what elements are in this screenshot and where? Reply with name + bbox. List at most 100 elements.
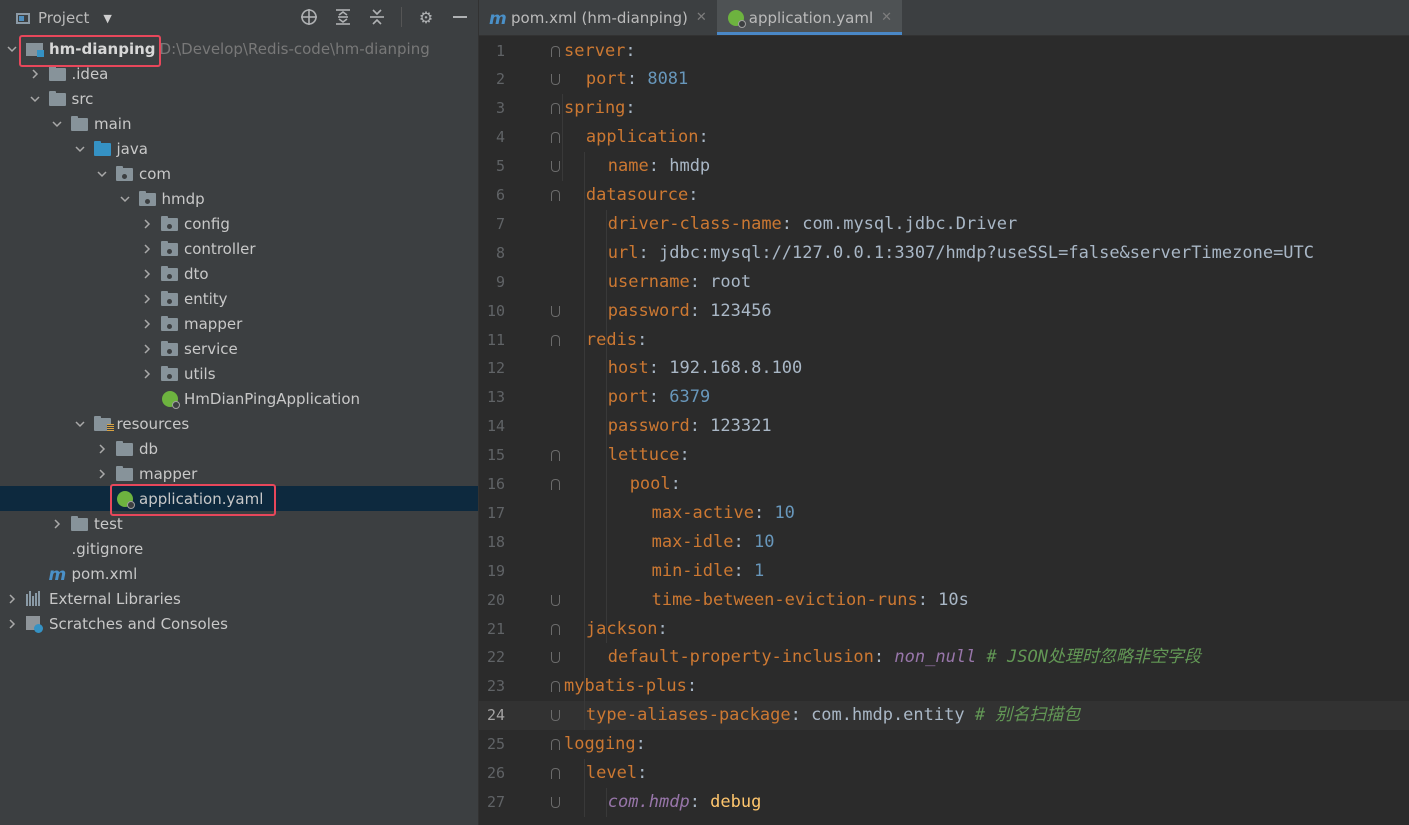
tree-item[interactable]: Scratches and Consoles <box>0 611 478 636</box>
token-s: : 123456 <box>689 300 772 321</box>
locate-file-icon[interactable] <box>299 6 319 28</box>
fold-open-icon[interactable] <box>551 623 560 635</box>
chevron-right-icon[interactable] <box>6 618 18 630</box>
folder-shape <box>71 116 88 131</box>
tree-item[interactable]: service <box>0 336 478 361</box>
fold-open-icon[interactable] <box>551 334 560 346</box>
token-k: default-property-inclusion <box>607 647 874 668</box>
fold-open-icon[interactable] <box>551 739 560 751</box>
chevron-down-icon[interactable] <box>29 93 41 105</box>
code-text: url: jdbc:mysql://127.0.0.1:3307/hmdp?us… <box>608 239 1314 268</box>
chevron-right-icon[interactable] <box>51 518 63 530</box>
chevron-right-icon[interactable] <box>96 443 108 455</box>
tree-item[interactable]: External Libraries <box>0 586 478 611</box>
tree-item[interactable]: test <box>0 511 478 536</box>
expand-all-icon[interactable] <box>333 6 353 28</box>
chevron-right-icon[interactable] <box>141 218 153 230</box>
tree-item-label: config <box>184 214 230 233</box>
code-line: 22 default-property-inclusion: non_null #… <box>479 643 1409 672</box>
folder-icon <box>116 441 135 456</box>
tree-item[interactable]: entity <box>0 286 478 311</box>
fold-open-icon[interactable] <box>551 190 560 201</box>
code-line: 23 mybatis-plus: <box>479 672 1409 701</box>
code-line: 4 application: <box>479 123 1409 152</box>
fold-close-icon[interactable] <box>551 74 560 86</box>
tree-item-label: db <box>139 439 159 458</box>
tree-item[interactable]: resources <box>0 411 478 436</box>
fold-close-icon[interactable] <box>551 161 560 173</box>
folder-shape <box>161 316 178 331</box>
tree-item[interactable]: mapper <box>0 311 478 336</box>
chevron-right-icon[interactable] <box>6 593 18 605</box>
chevron-down-icon[interactable] <box>96 168 108 180</box>
tree-item[interactable]: dto <box>0 261 478 286</box>
chevron-down-icon[interactable] <box>119 193 131 205</box>
project-panel-header[interactable]: Project ▼ ⚙ <box>0 0 478 36</box>
chevron-down-icon[interactable] <box>51 118 63 130</box>
gear-icon[interactable]: ⚙ <box>416 6 436 28</box>
token-s: : <box>689 791 711 812</box>
close-icon[interactable]: ✕ <box>696 10 707 25</box>
chevron-down-icon[interactable]: ▼ <box>103 12 111 25</box>
hide-panel-icon[interactable] <box>450 6 470 28</box>
fold-open-icon[interactable] <box>551 450 560 462</box>
tab-application-yaml[interactable]: application.yaml ✕ <box>716 0 903 35</box>
project-panel-title[interactable]: Project <box>38 9 89 27</box>
chevron-right-icon[interactable] <box>141 243 153 255</box>
tree-item[interactable]: mapper <box>0 461 478 486</box>
tree-item-label: test <box>94 514 123 533</box>
tree-item[interactable]: hm-dianping D:\Develop\Redis-code\hm-dian… <box>0 36 478 61</box>
tree-item[interactable]: m pom.xml <box>0 561 478 586</box>
fold-close-icon[interactable] <box>551 305 560 317</box>
fold-open-icon[interactable] <box>551 768 560 779</box>
chevron-right-icon[interactable] <box>141 268 153 280</box>
token-k: spring <box>564 98 626 119</box>
fold-open-icon[interactable] <box>551 103 560 115</box>
tab-pom-xml[interactable]: m pom.xml (hm-dianping) ✕ <box>479 0 717 35</box>
tree-item-path: D:\Develop\Redis-code\hm-dianping <box>159 39 430 58</box>
tree-item[interactable]: db <box>0 436 478 461</box>
tree-item[interactable]: .gitignore <box>0 536 478 561</box>
fold-close-icon[interactable] <box>551 594 560 606</box>
tree-item[interactable]: utils <box>0 361 478 386</box>
fold-close-icon[interactable] <box>551 710 560 722</box>
tree-item[interactable]: java <box>0 136 478 161</box>
package-icon <box>161 241 180 256</box>
scratch-shape <box>26 616 43 633</box>
token-s: : <box>753 502 775 523</box>
chevron-right-icon[interactable] <box>141 343 153 355</box>
token-n: 8081 <box>647 69 689 90</box>
folder-shape <box>116 466 133 481</box>
fold-close-icon[interactable] <box>551 652 560 664</box>
fold-open-icon[interactable] <box>551 479 560 490</box>
tree-item[interactable]: main <box>0 111 478 136</box>
line-number: 24 <box>486 706 505 725</box>
fold-open-icon[interactable] <box>551 681 560 693</box>
fold-close-icon[interactable] <box>551 796 560 808</box>
tree-item[interactable]: .idea <box>0 61 478 86</box>
chevron-right-icon[interactable] <box>141 293 153 305</box>
chevron-down-icon[interactable] <box>74 418 86 430</box>
tree-item[interactable]: config <box>0 211 478 236</box>
tree-item[interactable]: HmDianPingApplication <box>0 386 478 411</box>
fold-open-icon[interactable] <box>551 45 560 57</box>
chevron-right-icon[interactable] <box>96 468 108 480</box>
chevron-right-icon[interactable] <box>141 368 153 380</box>
fold-open-icon[interactable] <box>551 132 560 144</box>
tree-item[interactable]: controller <box>0 236 478 261</box>
tree-item[interactable]: hmdp <box>0 186 478 211</box>
chevron-right-icon[interactable] <box>29 68 41 80</box>
chevron-right-icon[interactable] <box>141 318 153 330</box>
tree-item[interactable]: src <box>0 86 478 111</box>
chevron-down-icon[interactable] <box>6 43 18 55</box>
code-view[interactable]: 1 server: 2 port: 8081 3 spring: 4 application:… <box>479 36 1409 825</box>
close-icon[interactable]: ✕ <box>881 10 892 25</box>
code-text: max-active: 10 <box>652 499 795 528</box>
tree-item[interactable]: application.yaml <box>0 486 478 511</box>
chevron-down-icon[interactable] <box>74 143 86 155</box>
folder-shape <box>93 141 111 156</box>
tree-item[interactable]: com <box>0 161 478 186</box>
collapse-all-icon[interactable] <box>367 6 387 28</box>
token-c: # JSON处理时忽略非空字段 <box>976 647 1201 668</box>
code-text: default-property-inclusion: non_null # J… <box>608 643 1201 672</box>
